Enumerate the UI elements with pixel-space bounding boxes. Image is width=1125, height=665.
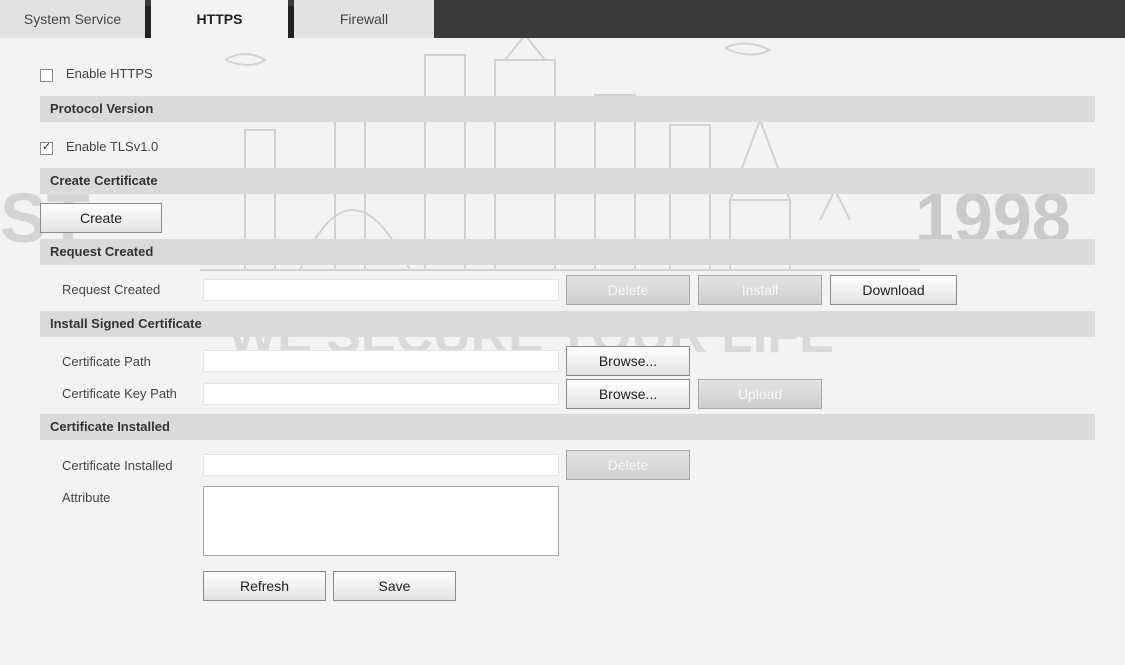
refresh-button[interactable]: Refresh xyxy=(203,571,326,601)
section-request-created: Request Created xyxy=(40,239,1095,265)
certificate-path-field[interactable] xyxy=(203,350,559,372)
certificate-installed-label: Certificate Installed xyxy=(62,458,173,473)
certificate-key-path-field[interactable] xyxy=(203,383,559,405)
install-button[interactable]: Install xyxy=(698,275,822,305)
download-button[interactable]: Download xyxy=(830,275,957,305)
attribute-label: Attribute xyxy=(62,490,111,505)
delete-request-button[interactable]: Delete xyxy=(566,275,690,305)
section-certificate-installed: Certificate Installed xyxy=(40,414,1095,440)
enable-https-checkbox[interactable] xyxy=(40,69,53,82)
enable-tls-label: Enable TLSv1.0 xyxy=(66,139,159,154)
section-create-certificate: Create Certificate xyxy=(40,168,1095,194)
section-title: Protocol Version xyxy=(50,101,154,116)
certificate-key-path-label: Certificate Key Path xyxy=(62,386,177,401)
request-created-label: Request Created xyxy=(62,282,161,297)
section-title: Create Certificate xyxy=(50,173,158,188)
browse-certificate-button[interactable]: Browse... xyxy=(566,346,690,376)
tab-https[interactable]: HTTPS xyxy=(151,0,288,38)
create-button[interactable]: Create xyxy=(40,203,162,233)
browse-key-button[interactable]: Browse... xyxy=(566,379,690,409)
upload-button[interactable]: Upload xyxy=(698,379,822,409)
section-protocol-version: Protocol Version xyxy=(40,96,1095,122)
tab-firewall[interactable]: Firewall xyxy=(294,0,434,38)
section-install-signed-certificate: Install Signed Certificate xyxy=(40,311,1095,337)
section-title: Request Created xyxy=(50,244,154,259)
save-button[interactable]: Save xyxy=(333,571,456,601)
tab-bar: System Service HTTPS Firewall xyxy=(0,0,1125,38)
certificate-installed-field[interactable] xyxy=(203,454,559,476)
section-title: Install Signed Certificate xyxy=(50,316,202,331)
enable-https-label: Enable HTTPS xyxy=(66,66,153,81)
section-title: Certificate Installed xyxy=(50,419,170,434)
delete-installed-button[interactable]: Delete xyxy=(566,450,690,480)
tab-system-service[interactable]: System Service xyxy=(0,0,145,38)
certificate-path-label: Certificate Path xyxy=(62,354,151,369)
request-created-field[interactable] xyxy=(203,279,559,301)
attribute-textarea[interactable] xyxy=(203,486,559,556)
enable-tls-checkbox[interactable] xyxy=(40,140,53,155)
